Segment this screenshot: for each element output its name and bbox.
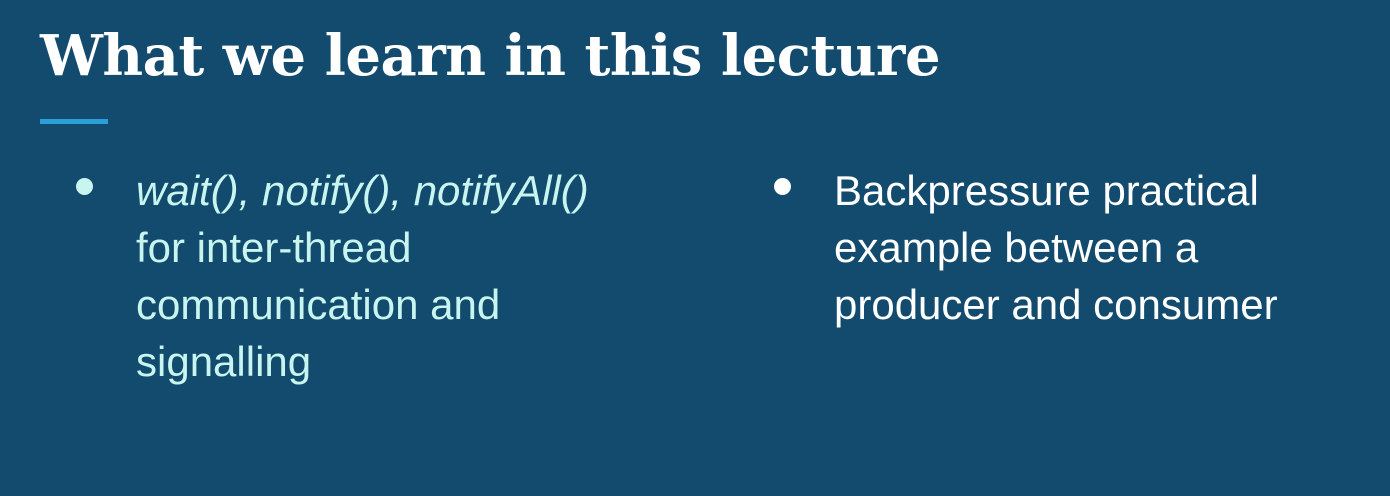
bullet-line: producer and consumer bbox=[834, 281, 1278, 328]
bullet-line: communication and bbox=[136, 281, 501, 328]
bullet-text: Backpressure practical example between a… bbox=[834, 162, 1374, 333]
lecture-slide: What we learn in this lecture wait(), no… bbox=[0, 0, 1390, 496]
bullet-line-methods: wait(), notify(), notifyAll() bbox=[136, 167, 589, 214]
bullet-item-backpressure: Backpressure practical example between a… bbox=[764, 162, 1374, 333]
title-accent-bar bbox=[40, 119, 108, 124]
bullet-dot-icon bbox=[76, 178, 93, 195]
bullet-column-right: Backpressure practical example between a… bbox=[764, 162, 1374, 333]
bullet-text: wait(), notify(), notifyAll() for inter-… bbox=[136, 162, 706, 390]
bullet-line: for inter-thread bbox=[136, 224, 412, 271]
bullet-column-left: wait(), notify(), notifyAll() for inter-… bbox=[66, 162, 706, 390]
bullet-line: Backpressure practical bbox=[834, 167, 1259, 214]
bullet-line: signalling bbox=[136, 338, 312, 385]
bullet-item-wait-notify: wait(), notify(), notifyAll() for inter-… bbox=[66, 162, 706, 390]
slide-title: What we learn in this lecture bbox=[40, 23, 941, 89]
bullet-line: example between a bbox=[834, 224, 1199, 271]
bullet-dot-icon bbox=[774, 178, 791, 195]
